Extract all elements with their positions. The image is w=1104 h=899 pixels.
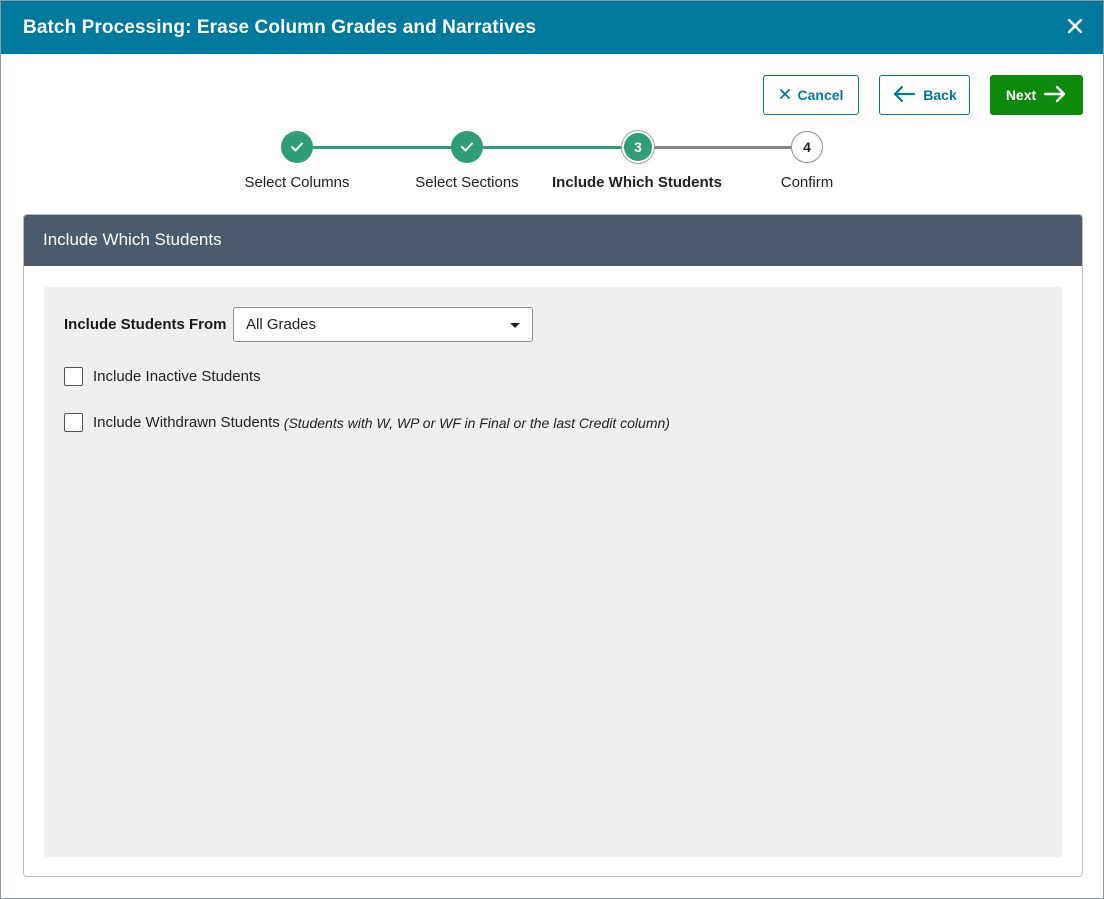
arrow-left-icon bbox=[892, 85, 916, 106]
dialog-title: Batch Processing: Erase Column Grades an… bbox=[23, 17, 537, 38]
step-3-number: 3 bbox=[624, 133, 652, 161]
inactive-students-checkbox[interactable] bbox=[64, 367, 83, 386]
batch-processing-dialog: Batch Processing: Erase Column Grades an… bbox=[0, 0, 1104, 899]
panel-title: Include Which Students bbox=[24, 215, 1082, 266]
step-2-label: Select Sections bbox=[415, 174, 519, 191]
panel-body: Include Students From All Grades Include… bbox=[44, 287, 1062, 857]
step-connector bbox=[483, 146, 625, 149]
withdrawn-students-label[interactable]: Include Withdrawn Students bbox=[93, 414, 280, 431]
step-4-number: 4 bbox=[791, 131, 823, 163]
next-button[interactable]: Next bbox=[990, 75, 1083, 115]
inactive-students-label[interactable]: Include Inactive Students bbox=[93, 368, 261, 385]
step-connector bbox=[653, 146, 795, 149]
include-students-panel: Include Which Students Include Students … bbox=[23, 214, 1083, 877]
close-icon[interactable] bbox=[1063, 14, 1087, 38]
cancel-button[interactable]: Cancel bbox=[763, 75, 859, 115]
step-1-check-icon bbox=[281, 131, 313, 163]
include-from-select[interactable]: All Grades bbox=[233, 307, 533, 342]
arrow-right-icon bbox=[1043, 85, 1067, 106]
include-from-value: All Grades bbox=[246, 316, 317, 333]
inactive-students-option: Include Inactive Students bbox=[64, 367, 261, 386]
step-2-check-icon bbox=[451, 131, 483, 163]
cancel-label: Cancel bbox=[797, 87, 844, 103]
back-button[interactable]: Back bbox=[879, 75, 970, 115]
progress-stepper: 3 4 Select Columns Select Sections Inclu… bbox=[1, 129, 1104, 199]
withdrawn-students-checkbox[interactable] bbox=[64, 413, 83, 432]
next-label: Next bbox=[1005, 87, 1037, 103]
step-connector bbox=[313, 146, 455, 149]
caret-down-icon bbox=[510, 323, 520, 328]
x-icon bbox=[779, 87, 791, 103]
withdrawn-students-note: (Students with W, WP or WF in Final or t… bbox=[283, 414, 670, 431]
step-3-label: Include Which Students bbox=[551, 174, 722, 191]
withdrawn-students-option: Include Withdrawn Students (Students wit… bbox=[64, 413, 670, 432]
back-label: Back bbox=[923, 87, 957, 103]
step-4-label: Confirm bbox=[780, 174, 834, 191]
include-from-label: Include Students From bbox=[64, 316, 227, 333]
step-1-label: Select Columns bbox=[244, 174, 350, 191]
dialog-titlebar: Batch Processing: Erase Column Grades an… bbox=[1, 1, 1103, 54]
